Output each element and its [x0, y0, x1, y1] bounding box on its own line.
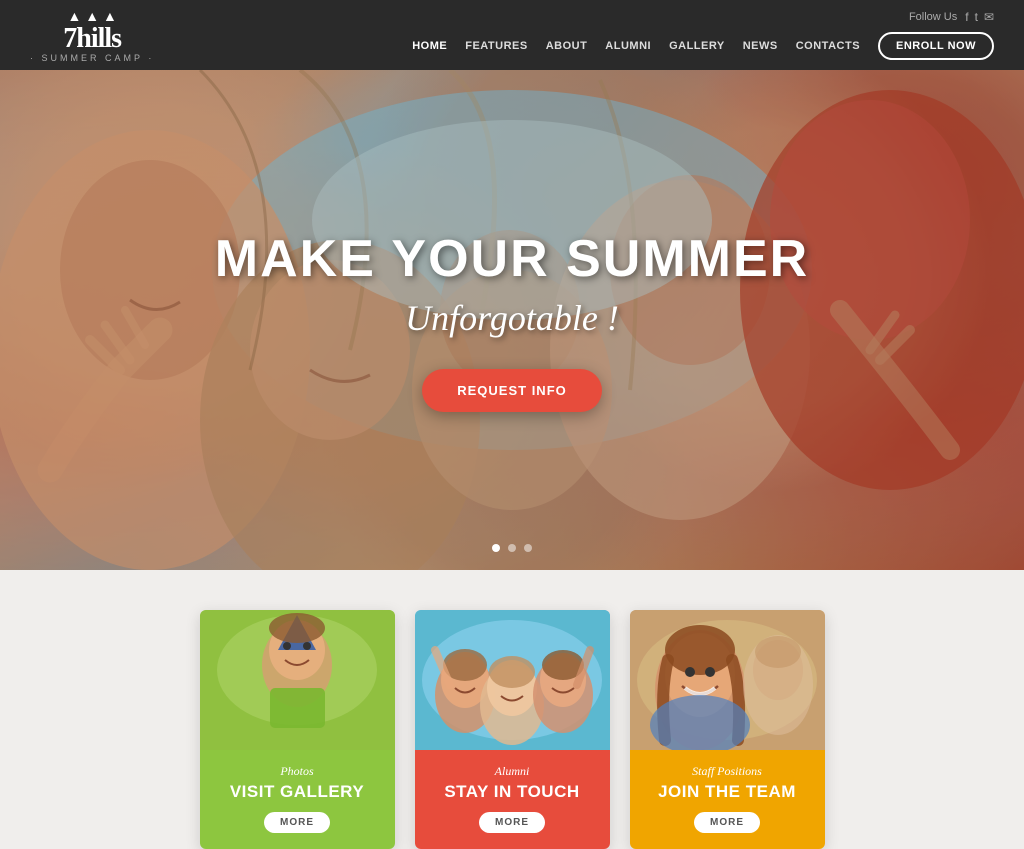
card-staff-title: JOIN THE TEAM: [642, 782, 813, 802]
card-photos-svg: [200, 610, 395, 750]
main-nav: HOME FEATURES ABOUT ALUMNI GALLERY NEWS …: [412, 32, 994, 60]
card-alumni-image: [415, 610, 610, 750]
mail-icon[interactable]: ✉: [984, 10, 994, 24]
card-staff-image: [630, 610, 825, 750]
card-staff[interactable]: Staff Positions JOIN THE TEAM MORE: [630, 610, 825, 849]
nav-item-news[interactable]: NEWS: [743, 40, 778, 52]
carousel-dot-3[interactable]: [524, 544, 532, 552]
card-photos-image: [200, 610, 395, 750]
carousel-dot-2[interactable]: [508, 544, 516, 552]
enroll-button[interactable]: ENROLL NOW: [878, 32, 994, 60]
card-alumni-svg: [415, 610, 610, 750]
card-staff-category: Staff Positions: [642, 764, 813, 779]
nav-item-gallery[interactable]: GALLERY: [669, 40, 725, 52]
card-photos-body: Photos VISIT GALLERY MORE: [200, 750, 395, 849]
follow-us-label: Follow Us: [909, 11, 957, 23]
nav-item-features[interactable]: FEATURES: [465, 40, 527, 52]
card-alumni-category: Alumni: [427, 764, 598, 779]
card-photos[interactable]: Photos VISIT GALLERY MORE: [200, 610, 395, 849]
card-photos-category: Photos: [212, 764, 383, 779]
header-right: Follow Us f t ✉ HOME FEATURES ABOUT ALUM…: [412, 10, 994, 60]
card-alumni[interactable]: Alumni STAY IN TOUCH MORE: [415, 610, 610, 849]
hero-section: MAKE YOUR SUMMER Unforgotable ! REQUEST …: [0, 70, 1024, 570]
logo-icon: ▲ ▲ ▲: [67, 8, 116, 24]
card-photos-title: VISIT GALLERY: [212, 782, 383, 802]
card-staff-body: Staff Positions JOIN THE TEAM MORE: [630, 750, 825, 849]
hero-title: MAKE YOUR SUMMER: [215, 229, 809, 289]
card-staff-more-button[interactable]: MORE: [694, 812, 760, 833]
nav-item-alumni[interactable]: ALUMNI: [605, 40, 651, 52]
nav-item-home[interactable]: HOME: [412, 40, 447, 52]
hero-subtitle: Unforgotable !: [215, 297, 809, 339]
social-icons: f t ✉: [965, 10, 994, 24]
hero-content: MAKE YOUR SUMMER Unforgotable ! REQUEST …: [215, 229, 809, 412]
logo[interactable]: ▲ ▲ ▲ 7hills · SUMMER CAMP ·: [30, 8, 154, 63]
request-info-button[interactable]: REQUEST INFO: [422, 369, 602, 412]
twitter-icon[interactable]: t: [975, 10, 978, 24]
facebook-icon[interactable]: f: [965, 10, 968, 24]
card-photos-more-button[interactable]: MORE: [264, 812, 330, 833]
carousel-dot-1[interactable]: [492, 544, 500, 552]
header: ▲ ▲ ▲ 7hills · SUMMER CAMP · Follow Us f…: [0, 0, 1024, 70]
nav-item-about[interactable]: ABOUT: [546, 40, 588, 52]
hero-carousel-dots: [492, 544, 532, 552]
card-alumni-more-button[interactable]: MORE: [479, 812, 545, 833]
follow-us-row: Follow Us f t ✉: [909, 10, 994, 24]
nav-item-contacts[interactable]: CONTACTS: [796, 40, 860, 52]
card-alumni-title: STAY IN TOUCH: [427, 782, 598, 802]
card-alumni-body: Alumni STAY IN TOUCH MORE: [415, 750, 610, 849]
logo-title: 7hills: [63, 25, 121, 53]
logo-subtitle: · SUMMER CAMP ·: [30, 53, 154, 63]
cards-section: Photos VISIT GALLERY MORE: [0, 570, 1024, 849]
card-staff-svg: [630, 610, 825, 750]
